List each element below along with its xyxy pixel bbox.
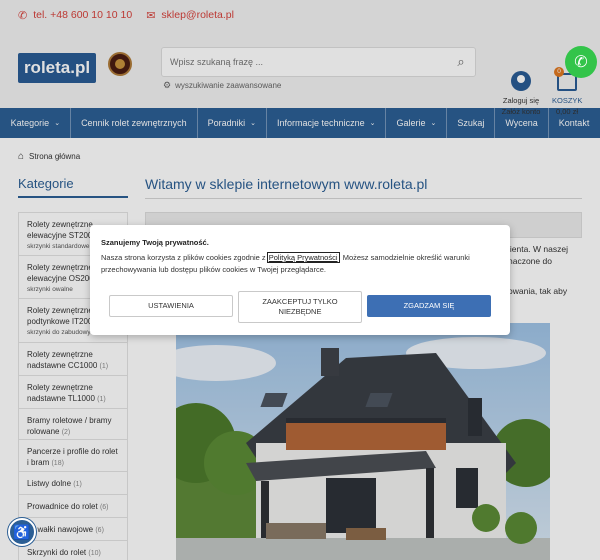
cookie-text: Nasza strona korzysta z plików cookies z…: [101, 252, 491, 276]
accept-all-button[interactable]: ZGADZAM SIĘ: [367, 295, 491, 317]
cookie-text-before: Nasza strona korzysta z plików cookies z…: [101, 253, 268, 262]
accept-necessary-button[interactable]: ZAAKCEPTUJ TYLKO NIEZBĘDNE: [238, 291, 362, 323]
cookie-consent-dialog: Szanujemy Twoją prywatność. Nasza strona…: [90, 225, 510, 335]
phone-call-icon[interactable]: ✆: [565, 46, 597, 78]
privacy-policy-link[interactable]: Polityką Prywatności: [266, 252, 340, 263]
cookie-settings-button[interactable]: USTAWIENIA: [109, 295, 233, 317]
accessibility-icon[interactable]: ♿: [8, 518, 36, 546]
cookie-title: Szanujemy Twoją prywatność.: [101, 238, 209, 247]
